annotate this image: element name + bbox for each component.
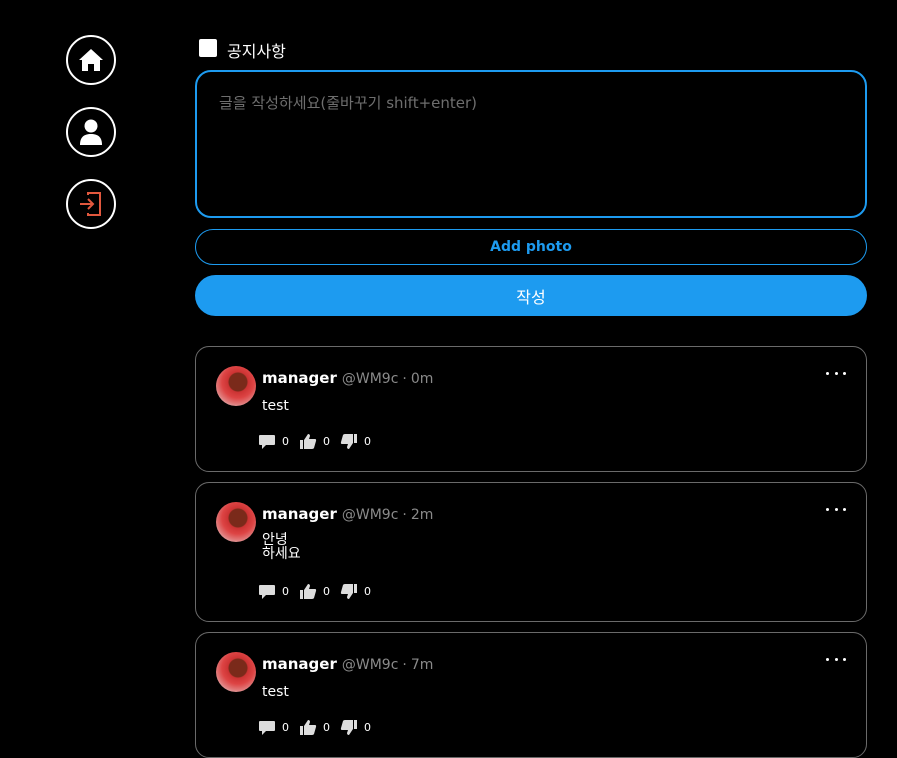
- thumbs-up-icon: [300, 584, 317, 599]
- author-name[interactable]: manager: [262, 505, 337, 523]
- author-handle: @WM9c: [341, 371, 399, 387]
- like-button[interactable]: 0: [299, 433, 330, 450]
- post-header: manager @WM9c · 0m: [262, 369, 433, 387]
- comment-button[interactable]: 0: [258, 434, 289, 450]
- dislike-count: 0: [364, 585, 371, 598]
- notice-checkbox[interactable]: [199, 39, 217, 57]
- more-options-icon[interactable]: [826, 651, 846, 667]
- profile-icon: [80, 119, 102, 145]
- comment-icon: [259, 434, 275, 449]
- logout-icon: [80, 192, 101, 216]
- comment-count: 0: [282, 585, 289, 598]
- post-body: test: [262, 399, 289, 413]
- author-name[interactable]: manager: [262, 655, 337, 673]
- home-button[interactable]: [66, 35, 116, 85]
- home-icon: [79, 49, 103, 71]
- post-body: 안녕 하세요: [262, 533, 301, 561]
- like-count: 0: [323, 585, 330, 598]
- avatar[interactable]: [216, 502, 256, 542]
- post-header: manager @WM9c · 2m: [262, 505, 433, 523]
- post-actions: 0 0 0: [258, 583, 381, 600]
- comment-icon: [259, 584, 275, 599]
- like-button[interactable]: 0: [299, 583, 330, 600]
- more-options-icon[interactable]: [826, 501, 846, 517]
- submit-button[interactable]: 작성: [195, 275, 867, 316]
- composer-area: 공지사항 Add photo 작성: [195, 36, 867, 316]
- post-time: 7m: [410, 657, 434, 673]
- thumbs-down-icon: [340, 434, 357, 449]
- post-text-line: test: [262, 684, 289, 700]
- author-handle: @WM9c: [341, 657, 399, 673]
- dislike-button[interactable]: 0: [340, 433, 371, 450]
- comment-button[interactable]: 0: [258, 584, 289, 600]
- post-text-line: 안녕: [262, 532, 288, 548]
- notice-row: 공지사항: [199, 36, 867, 61]
- profile-button[interactable]: [66, 107, 116, 157]
- post-card: manager @WM9c · 7m test 0 0 0: [195, 632, 867, 758]
- post-text-line: test: [262, 398, 289, 414]
- post-text-line: 하세요: [262, 546, 301, 562]
- post-composer: [195, 70, 867, 218]
- post-header: manager @WM9c · 7m: [262, 655, 433, 673]
- post-time: 0m: [410, 371, 434, 387]
- notice-label: 공지사항: [227, 41, 286, 61]
- separator: ·: [402, 507, 407, 523]
- dislike-button[interactable]: 0: [340, 583, 371, 600]
- thumbs-up-icon: [300, 434, 317, 449]
- avatar[interactable]: [216, 366, 256, 406]
- post-time: 2m: [410, 507, 434, 523]
- add-photo-button[interactable]: Add photo: [195, 229, 867, 265]
- comment-count: 0: [282, 435, 289, 448]
- sidebar: [66, 35, 116, 251]
- separator: ·: [402, 371, 407, 387]
- post-textarea[interactable]: [219, 92, 843, 196]
- logout-button[interactable]: [66, 179, 116, 229]
- post-card: manager @WM9c · 0m test 0 0 0: [195, 346, 867, 472]
- post-actions: 0 0 0: [258, 433, 381, 450]
- separator: ·: [402, 657, 407, 673]
- post-body: test: [262, 685, 289, 699]
- more-options-icon[interactable]: [826, 365, 846, 381]
- dislike-count: 0: [364, 435, 371, 448]
- post-card: manager @WM9c · 2m 안녕 하세요 0 0 0: [195, 482, 867, 622]
- thumbs-down-icon: [340, 584, 357, 599]
- avatar[interactable]: [216, 652, 256, 692]
- like-count: 0: [323, 435, 330, 448]
- author-name[interactable]: manager: [262, 369, 337, 387]
- author-handle: @WM9c: [341, 507, 399, 523]
